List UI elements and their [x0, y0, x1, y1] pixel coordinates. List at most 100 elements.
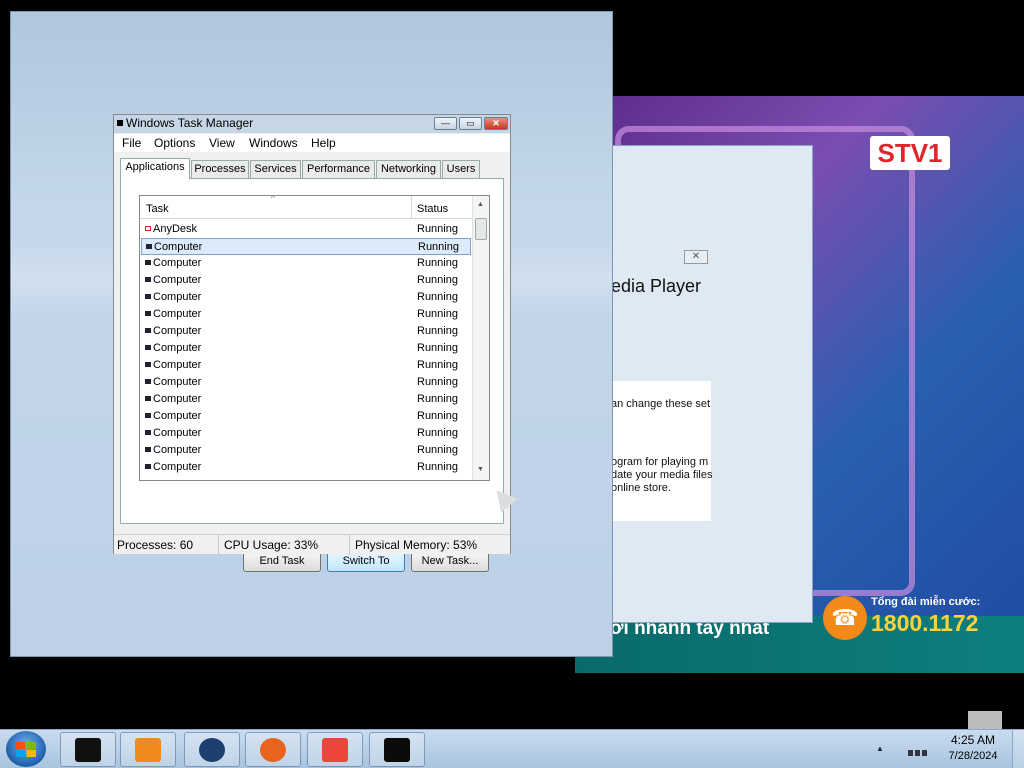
task-status: Running — [417, 410, 458, 422]
table-row[interactable]: Computer Running — [141, 306, 471, 323]
hotline-label: Tổng đài miễn cước: — [871, 596, 981, 608]
computer-icon — [145, 430, 151, 435]
show-hidden-icons-icon[interactable]: ▲ — [876, 744, 884, 753]
computer-icon — [145, 362, 151, 367]
media-device-icon — [75, 738, 101, 762]
task-list[interactable]: ^ Task Status AnyDesk Running Computer Runn… — [139, 195, 490, 481]
taskbar-app-button[interactable] — [307, 732, 363, 767]
minimize-button[interactable]: — — [434, 117, 457, 130]
column-divider[interactable] — [411, 196, 412, 219]
menu-file[interactable]: File — [122, 136, 141, 150]
column-header-status[interactable]: Status — [417, 203, 448, 215]
computer-icon — [145, 447, 151, 452]
table-row[interactable]: Computer Running — [141, 425, 471, 442]
title-bar[interactable]: Windows Task Manager — ▭ ✕ — [114, 115, 510, 133]
menu-help[interactable]: Help — [311, 136, 336, 150]
table-row[interactable]: AnyDesk Running — [141, 221, 471, 238]
tab-processes[interactable]: Processes — [191, 160, 249, 178]
task-status: Running — [417, 427, 458, 439]
dialog-text-line: ogram for playing m — [611, 456, 709, 468]
taskbar-app-button[interactable] — [369, 732, 425, 767]
taskbar: ▲ 4:25 AM 7/28/2024 — [0, 729, 1024, 768]
table-row[interactable]: Computer Running — [141, 255, 471, 272]
tab-performance[interactable]: Performance — [302, 160, 375, 178]
dialog-close-button[interactable]: ✕ — [684, 250, 708, 264]
task-status: Running — [417, 393, 458, 405]
table-row[interactable]: Computer Running — [141, 238, 471, 255]
menu-options[interactable]: Options — [154, 136, 195, 150]
task-status: Running — [417, 325, 458, 337]
start-button[interactable] — [6, 731, 46, 767]
table-row[interactable]: Computer Running — [141, 459, 471, 476]
computer-icon — [145, 311, 151, 316]
task-status: Running — [417, 308, 458, 320]
clock-date[interactable]: 7/28/2024 — [940, 750, 1006, 762]
status-bar: Processes: 60 CPU Usage: 33% Physical Me… — [114, 534, 510, 555]
task-status: Running — [417, 461, 458, 473]
table-row[interactable]: Computer Running — [141, 357, 471, 374]
switch-to-button[interactable]: Switch To — [327, 551, 405, 572]
scroll-up-arrow-icon[interactable]: ▲ — [477, 201, 484, 208]
show-desktop-button[interactable] — [1012, 730, 1024, 768]
cpu-usage: CPU Usage: 33% — [224, 538, 319, 552]
task-name: Computer — [153, 376, 202, 388]
task-name: Computer — [153, 325, 202, 337]
taskbar-app-button[interactable] — [184, 732, 240, 767]
end-task-button[interactable]: End Task — [243, 551, 321, 572]
column-header-task[interactable]: Task — [146, 203, 169, 215]
firefox-icon — [260, 738, 286, 762]
table-row[interactable]: Computer Running — [141, 289, 471, 306]
close-button[interactable]: ✕ — [484, 117, 508, 130]
anydesk-icon — [145, 226, 151, 231]
scroll-down-arrow-icon[interactable]: ▼ — [477, 466, 484, 473]
computer-icon — [145, 413, 151, 418]
status-divider — [349, 535, 350, 555]
channel-logo: STV1 — [870, 136, 950, 170]
new-task-button[interactable]: New Task... — [411, 551, 489, 572]
menu-windows[interactable]: Windows — [249, 136, 298, 150]
media-player-dialog: ✕ edia Player an change these set ogram … — [595, 145, 813, 623]
maximize-button[interactable]: ▭ — [459, 117, 482, 130]
tab-users[interactable]: Users — [442, 160, 480, 178]
tab-applications[interactable]: Applications — [120, 158, 190, 179]
sort-indicator: ^ — [271, 195, 275, 203]
task-name: Computer — [153, 393, 202, 405]
tab-services[interactable]: Services — [250, 160, 301, 178]
table-row[interactable]: Computer Running — [141, 408, 471, 425]
menu-bar: File Options View Windows Help — [114, 134, 510, 152]
task-name: Computer — [153, 410, 202, 422]
computer-icon — [145, 277, 151, 282]
dialog-title: edia Player — [611, 276, 702, 296]
dialog-text-line: an change these set — [611, 398, 711, 410]
table-row[interactable]: Computer Running — [141, 340, 471, 357]
processes-count: Processes: 60 — [117, 538, 194, 552]
task-status: Running — [417, 257, 458, 269]
tab-networking[interactable]: Networking — [376, 160, 441, 178]
resource-monitor-icon — [384, 738, 410, 762]
table-row[interactable]: Computer Running — [141, 391, 471, 408]
dialog-text-line: online store. — [611, 482, 671, 494]
vertical-scrollbar[interactable]: ▲ ▼ — [472, 196, 489, 480]
table-row[interactable]: Computer Running — [141, 272, 471, 289]
menu-view[interactable]: View — [209, 136, 235, 150]
taskbar-app-button[interactable] — [245, 732, 301, 767]
task-name: Computer — [153, 274, 202, 286]
globe-icon — [199, 738, 225, 762]
taskbar-app-button[interactable] — [120, 732, 176, 767]
table-row[interactable]: Computer Running — [141, 323, 471, 340]
task-name: Computer — [153, 257, 202, 269]
notification-area-icons[interactable] — [908, 745, 936, 756]
scrollbar-thumb[interactable] — [475, 218, 487, 240]
clock-time[interactable]: 4:25 AM — [940, 733, 1006, 747]
task-status: Running — [417, 444, 458, 456]
table-row[interactable]: Computer Running — [141, 374, 471, 391]
windows-logo-icon — [16, 742, 36, 757]
computer-icon — [145, 379, 151, 384]
task-name: Computer — [153, 291, 202, 303]
computer-icon — [145, 260, 151, 265]
table-row[interactable]: Computer Running — [141, 442, 471, 459]
computer-icon — [145, 328, 151, 333]
computer-icon — [145, 464, 151, 469]
taskbar-app-button[interactable] — [60, 732, 116, 767]
task-manager-window[interactable]: Windows Task Manager — ▭ ✕ File Options … — [113, 114, 511, 572]
